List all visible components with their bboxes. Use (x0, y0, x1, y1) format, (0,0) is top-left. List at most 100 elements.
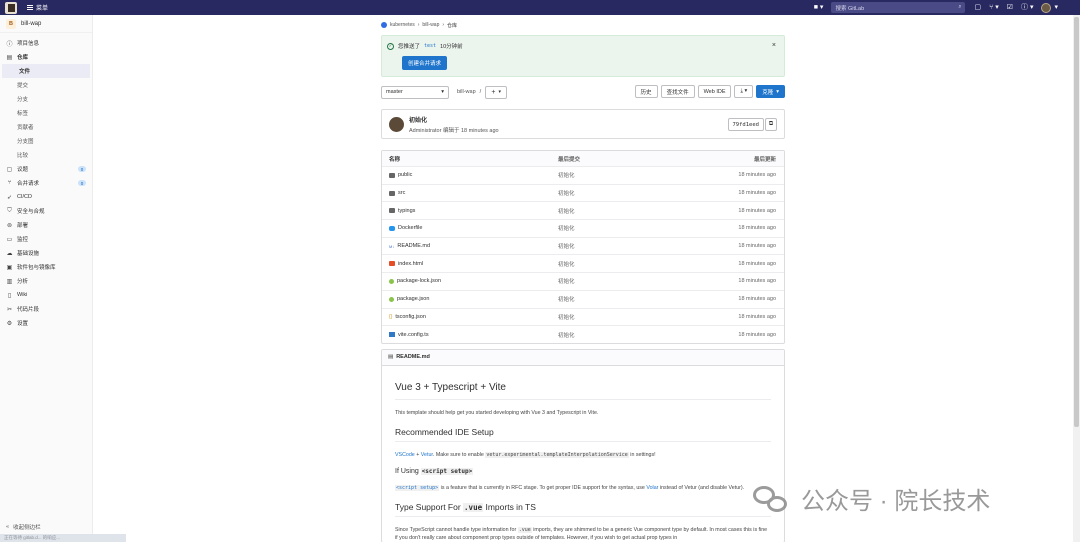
sidebar-item-deploy[interactable]: ⊚ 部署 (0, 218, 92, 232)
page-scrollbar[interactable] (1073, 15, 1080, 542)
file-name-cell[interactable]: Dockerfile (382, 225, 558, 231)
sidebar-sub-tags[interactable]: 标签 (0, 106, 92, 120)
file-name[interactable]: Dockerfile (398, 225, 422, 231)
sidebar-item-snippets[interactable]: ✂ 代码片段 (0, 302, 92, 316)
table-row[interactable]: typings 初始化 18 minutes ago (382, 201, 784, 219)
sidebar-sub-files[interactable]: 文件 (2, 64, 90, 78)
table-row[interactable]: {} tsconfig.json 初始化 18 minutes ago (382, 307, 784, 326)
table-row[interactable]: src 初始化 18 minutes ago (382, 183, 784, 202)
file-name-cell[interactable]: src (382, 190, 558, 196)
web-ide-button[interactable]: Web IDE (697, 85, 732, 98)
file-name[interactable]: package-lock.json (397, 278, 441, 284)
sidebar-item-settings[interactable]: ⚙ 设置 (0, 316, 92, 330)
copy-icon[interactable]: ⧉ (765, 118, 777, 131)
issues-icon[interactable]: ▢ (974, 0, 981, 15)
file-name-cell[interactable]: package.json (382, 296, 558, 302)
file-name-cell[interactable]: public (382, 172, 558, 178)
sidebar-project[interactable]: B bill-wap (0, 15, 92, 33)
find-file-button[interactable]: 查找文件 (660, 85, 695, 98)
file-commit[interactable]: 初始化 (558, 189, 688, 197)
file-commit[interactable]: 初始化 (558, 295, 688, 303)
script-setup-code[interactable]: <script setup> (395, 484, 440, 491)
download-button[interactable]: ⤓ ▾ (734, 85, 754, 98)
commit-title[interactable]: 初始化 (409, 115, 499, 124)
search-input[interactable]: 搜索 GitLab ⌕ (831, 2, 966, 13)
breadcrumb-item[interactable]: kubernetes (390, 22, 415, 28)
help-icon[interactable]: ⓘ ▾ (1021, 0, 1033, 15)
file-name[interactable]: vite.config.ts (398, 332, 429, 338)
file-name-cell[interactable]: {} tsconfig.json (382, 314, 558, 321)
history-button[interactable]: 历史 (634, 85, 658, 98)
commit-sha[interactable]: 79fd1eed (727, 118, 764, 131)
file-commit[interactable]: 初始化 (558, 260, 688, 268)
file-commit[interactable]: 初始化 (558, 207, 688, 215)
author-avatar[interactable] (389, 116, 404, 132)
file-commit[interactable]: 初始化 (558, 171, 688, 179)
path-root[interactable]: bill-wap (457, 89, 476, 95)
sidebar-sub-contributors[interactable]: 贡献者 (0, 120, 92, 134)
sidebar-sub-branches[interactable]: 分支 (0, 92, 92, 106)
table-row[interactable]: public 初始化 18 minutes ago (382, 166, 784, 184)
table-row[interactable]: package.json 初始化 18 minutes ago (382, 289, 784, 308)
volar-link[interactable]: Volar (646, 485, 658, 491)
add-file-dropdown[interactable]: + ▾ (485, 85, 508, 99)
file-commit[interactable]: 初始化 (558, 242, 688, 250)
file-commit[interactable]: 初始化 (558, 331, 688, 339)
sidebar-item-wiki[interactable]: ▯ Wiki (0, 288, 92, 302)
sidebar-item-cicd[interactable]: ➶ CI/CD (0, 190, 92, 204)
sidebar-item-analytics[interactable]: ▥ 分析 (0, 274, 92, 288)
vscode-link[interactable]: VSCode (395, 452, 415, 458)
sidebar-item-project-info[interactable]: ⓘ 项目信息 (0, 36, 92, 50)
readme-filename[interactable]: README.md (396, 354, 430, 360)
file-name[interactable]: tsconfig.json (395, 314, 426, 320)
sidebar-item-monitor[interactable]: ▭ 监控 (0, 232, 92, 246)
table-row[interactable]: Dockerfile 初始化 18 minutes ago (382, 219, 784, 237)
file-name[interactable]: public (398, 172, 412, 178)
sidebar-sub-commits[interactable]: 提交 (0, 78, 92, 92)
table-row[interactable]: index.html 初始化 18 minutes ago (382, 254, 784, 272)
scrollbar-thumb[interactable] (1074, 17, 1079, 427)
table-row[interactable]: package-lock.json 初始化 18 minutes ago (382, 272, 784, 290)
p4-code: .vue (517, 526, 532, 533)
create-merge-request-button[interactable]: 创建合并请求 (402, 56, 448, 70)
chevron-down-icon[interactable]: ▾ (1054, 0, 1058, 15)
file-name-cell[interactable]: package-lock.json (382, 278, 558, 284)
alert-branch[interactable]: test (424, 43, 436, 49)
file-name-cell[interactable]: M↓ README.md (382, 243, 558, 249)
menu-button[interactable]: 菜单 (27, 3, 48, 12)
user-avatar[interactable] (1041, 2, 1052, 13)
branch-selector[interactable]: master ▾ (381, 85, 449, 99)
table-row[interactable]: M↓ README.md 初始化 18 minutes ago (382, 236, 784, 255)
sidebar-sub-graph[interactable]: 分支图 (0, 134, 92, 148)
file-name-cell[interactable]: index.html (382, 261, 558, 267)
collapse-sidebar-button[interactable]: « 收起侧边栏 (0, 520, 93, 534)
breadcrumb-item[interactable]: 仓库 (447, 22, 457, 29)
clone-button[interactable]: 克隆 ▾ (756, 85, 785, 98)
merge-requests-icon[interactable]: ⑂ ▾ (989, 0, 999, 15)
file-name[interactable]: src (398, 190, 405, 196)
file-commit[interactable]: 初始化 (558, 224, 688, 232)
sidebar-item-issues[interactable]: ▢ 议题 0 (0, 162, 92, 176)
sidebar-item-infrastructure[interactable]: ☁ 基础设施 (0, 246, 92, 260)
sidebar-item-security[interactable]: ⛉ 安全与合规 (0, 204, 92, 218)
file-name[interactable]: README.md (397, 243, 430, 249)
file-name[interactable]: package.json (397, 296, 429, 302)
vetur-link[interactable]: Vetur (421, 452, 433, 458)
table-row[interactable]: vite.config.ts 初始化 18 minutes ago (382, 325, 784, 343)
file-name-cell[interactable]: typings (382, 208, 558, 214)
sidebar-item-packages[interactable]: ▣ 软件包与镜像库 (0, 260, 92, 274)
commit-author[interactable]: Administrator (409, 128, 441, 134)
file-commit[interactable]: 初始化 (558, 313, 688, 321)
file-name[interactable]: typings (398, 208, 415, 214)
file-commit[interactable]: 初始化 (558, 277, 688, 285)
breadcrumb-item[interactable]: bill-wap (422, 22, 439, 28)
close-icon[interactable]: × (772, 42, 776, 49)
file-name-cell[interactable]: vite.config.ts (382, 332, 558, 338)
sidebar-item-repository[interactable]: ▤ 仓库 (0, 50, 92, 64)
plus-dropdown-icon[interactable]: ■ ▾ (814, 0, 824, 15)
sidebar-item-merge-requests[interactable]: ⑂ 合并请求 0 (0, 176, 92, 190)
gitlab-logo[interactable] (5, 1, 17, 14)
file-name[interactable]: index.html (398, 261, 423, 267)
todo-icon[interactable]: ☑ (1007, 0, 1013, 15)
sidebar-sub-compare[interactable]: 比较 (0, 148, 92, 162)
